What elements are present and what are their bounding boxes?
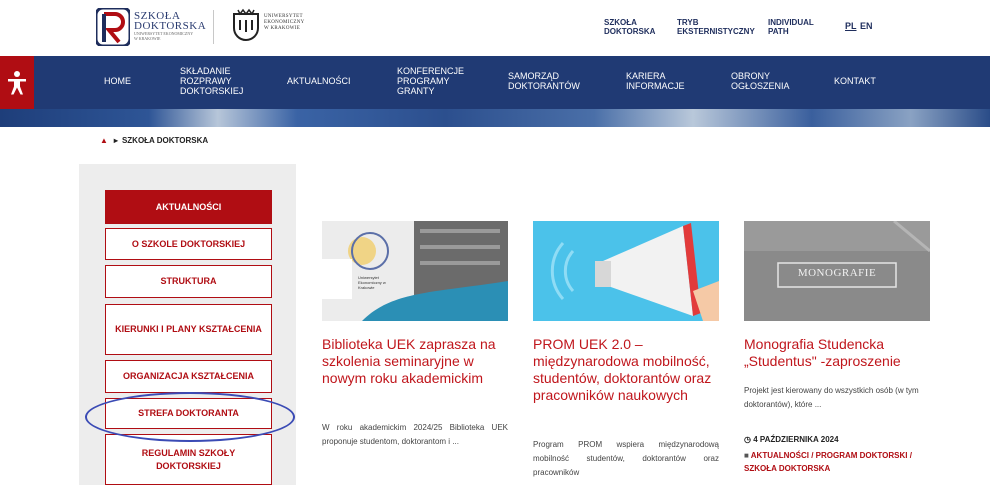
clock-icon: ◷ — [744, 435, 754, 444]
university-logo-text: UNIWERSYTET EKONOMICZNY W KRAKOWIE — [264, 14, 305, 31]
card-image-caption: MONOGRAFIE — [797, 267, 877, 279]
toplink-tryb-eksternistyczny[interactable]: TRYB EKSTERNISTYCZNY — [677, 18, 755, 36]
accessibility-button[interactable] — [0, 56, 34, 109]
nav-home[interactable]: HOME — [104, 76, 131, 86]
card-title[interactable]: Monografia Studencka „Studentus" -zapros… — [744, 336, 930, 370]
nav-kontakt[interactable]: KONTAKT — [834, 76, 876, 86]
lang-switch-pl[interactable]: PL — [845, 22, 857, 31]
logo-divider — [213, 10, 214, 44]
school-logo-text: SZKOŁA DOKTORSKA UNIWERSYTET EKONOMICZNY… — [134, 10, 207, 42]
sidebar-item-struktura[interactable]: STRUKTURA — [105, 265, 272, 298]
breadcrumb-current: SZKOŁA DOKTORSKA — [121, 136, 209, 145]
library-photo-icon — [322, 221, 508, 321]
nav-konferencje[interactable]: KONFERENCJE PROGRAMY GRANTY — [397, 66, 464, 96]
nav-samorzad[interactable]: SAMORZĄD DOKTORANTÓW — [508, 71, 580, 91]
card-categories[interactable]: ■ AKTUALNOŚCI / PROGRAM DOKTORSKI / SZKO… — [744, 449, 914, 475]
toplink-individual-path[interactable]: INDIVIDUAL PATH — [768, 18, 814, 36]
nav-skladanie-rozprawy[interactable]: SKŁADANIE ROZPRAWY DOKTORSKIEJ — [180, 66, 243, 96]
card-image-monografie[interactable]: MONOGRAFIE — [744, 221, 930, 321]
sidebar-item-kierunki[interactable]: KIERUNKI I PLANY KSZTAŁCENIA — [105, 304, 272, 355]
folder-icon: ■ — [744, 451, 751, 460]
card-title[interactable]: PROM UEK 2.0 – międzynarodowa mobilność,… — [533, 336, 719, 404]
card-excerpt: Projekt jest kierowany do wszystkich osó… — [744, 386, 919, 409]
accessibility-icon — [8, 71, 26, 95]
nav-kariera[interactable]: KARIERA INFORMACJE — [626, 71, 685, 91]
lang-switch-en[interactable]: EN — [860, 22, 873, 31]
breadcrumb: ▲ ▸ SZKOŁA DOKTORSKA — [100, 136, 208, 145]
card-excerpt: W roku akademickim 2024/25 Biblioteka UE… — [322, 423, 508, 446]
megaphone-icon — [533, 221, 719, 321]
sidebar-item-aktualnosci[interactable]: AKTUALNOŚCI — [105, 190, 272, 224]
card-image-library[interactable]: Uniwersytet Ekonomiczny w Krakowie — [322, 221, 508, 321]
card-image-caption: Uniwersytet Ekonomiczny w Krakowie — [358, 275, 386, 290]
header-banner-image — [0, 109, 990, 127]
university-crest-icon[interactable] — [232, 8, 260, 42]
toplink-szkola-doktorska[interactable]: SZKOŁA DOKTORSKA — [604, 18, 655, 36]
school-logo-icon[interactable] — [96, 8, 130, 46]
card-title[interactable]: Biblioteka UEK zaprasza na szkolenia sem… — [322, 336, 502, 387]
card-date: ◷ 4 PAŹDZIERNIKA 2024 — [744, 435, 839, 444]
card-image-megaphone[interactable] — [533, 221, 719, 321]
sidebar-item-o-szkole[interactable]: O SZKOLE DOKTORSKIEJ — [105, 228, 272, 260]
home-icon[interactable]: ▲ — [100, 136, 108, 145]
chevron-right-icon: ▸ — [113, 136, 118, 145]
card-excerpt: Program PROM wspiera międzynarodową mobi… — [533, 440, 719, 477]
nav-obrony[interactable]: OBRONY OGŁOSZENIA — [731, 71, 790, 91]
nav-aktualnosci[interactable]: AKTUALNOŚCI — [287, 76, 351, 86]
highlight-annotation-oval — [85, 392, 295, 442]
sidebar-item-organizacja[interactable]: ORGANIZACJA KSZTAŁCENIA — [105, 360, 272, 393]
